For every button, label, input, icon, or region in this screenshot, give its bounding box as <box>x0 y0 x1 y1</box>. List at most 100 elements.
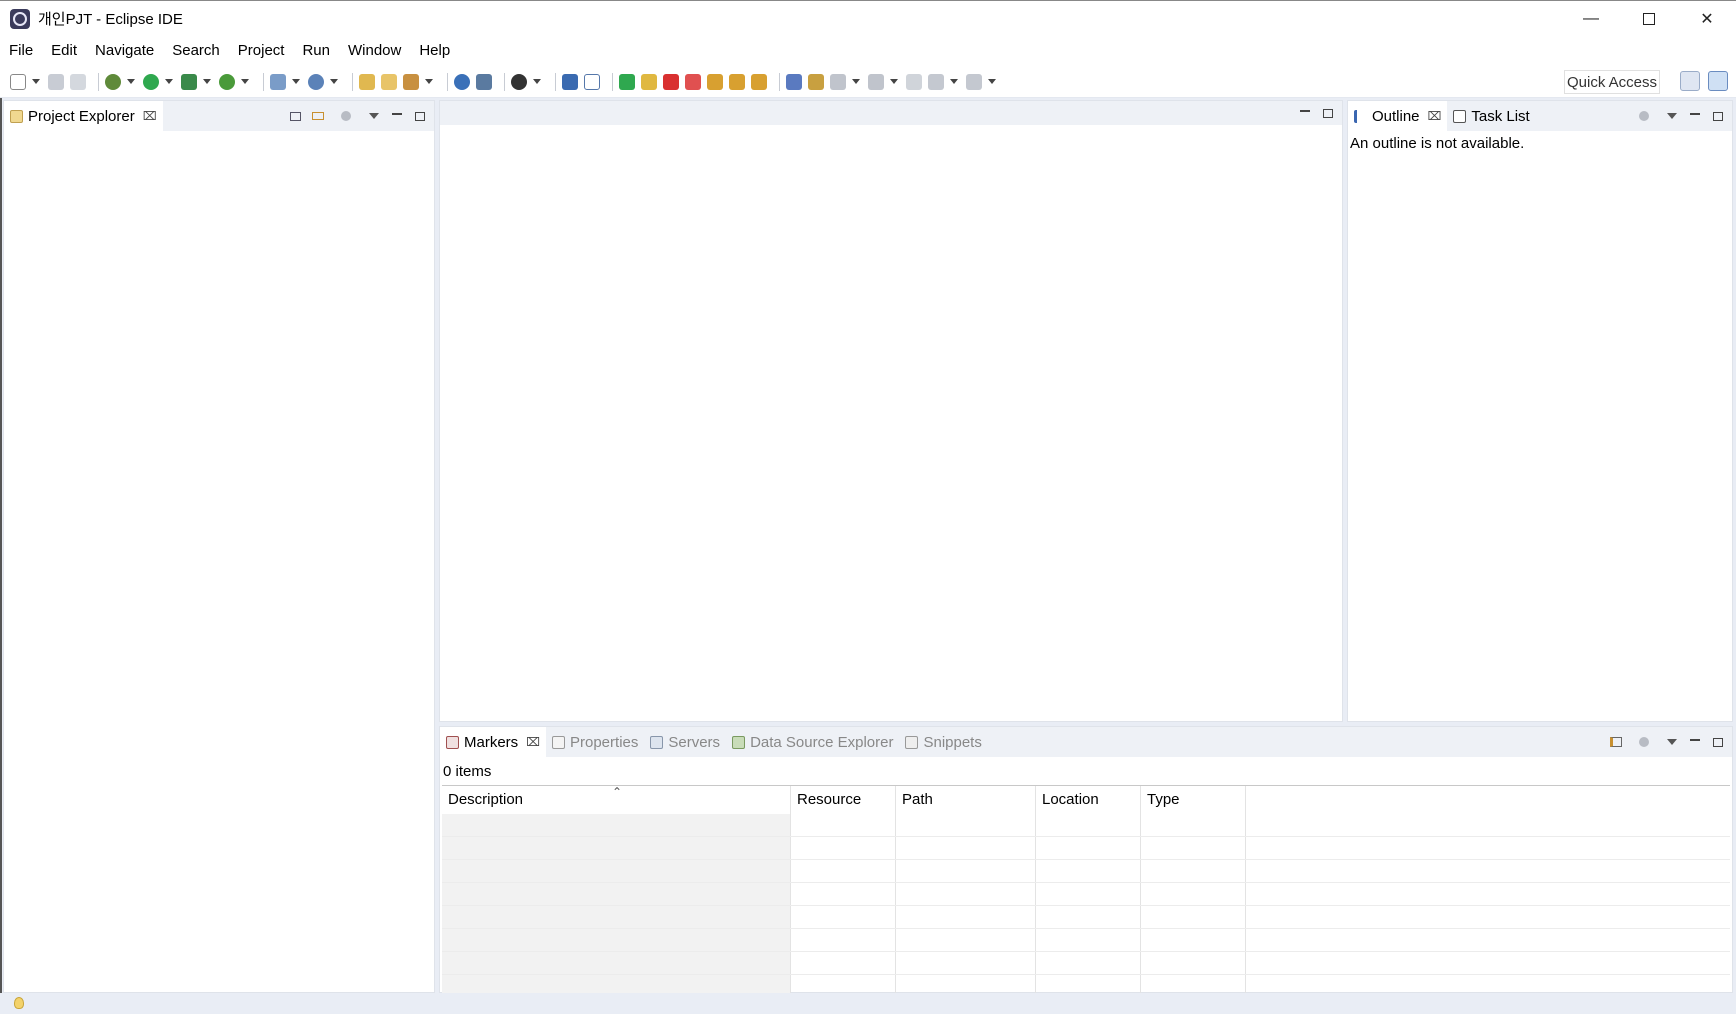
project-explorer-tree[interactable] <box>4 131 434 992</box>
window-title: 개인PJT - Eclipse IDE <box>38 11 183 28</box>
lightbulb-icon[interactable] <box>14 997 24 1009</box>
new-class-icon[interactable] <box>308 73 324 90</box>
open-type-icon[interactable] <box>359 73 375 90</box>
new-server-dropdown-icon[interactable] <box>292 79 300 84</box>
quick-access-field[interactable]: Quick Access <box>1564 70 1660 94</box>
window-controls: — ✕ <box>1562 1 1736 37</box>
disconnect-icon[interactable] <box>685 73 701 90</box>
menu-edit[interactable]: Edit <box>42 36 86 66</box>
markers-table[interactable]: Description ⌃ Resource Path Location Typ… <box>442 785 1730 998</box>
skip-breakpoints-icon[interactable] <box>584 73 600 90</box>
tab-snippets[interactable]: Snippets <box>899 727 987 757</box>
terminate-icon[interactable] <box>663 73 679 90</box>
tab-outline[interactable]: Outline ⌧ <box>1348 101 1448 131</box>
step-return-icon[interactable] <box>751 73 767 90</box>
debug-dropdown-icon[interactable] <box>127 79 135 84</box>
maximize-view-icon[interactable] <box>412 108 428 124</box>
menu-help[interactable]: Help <box>410 36 459 66</box>
close-tab-icon[interactable]: ⌧ <box>1428 109 1442 123</box>
column-header-type[interactable]: Type <box>1141 786 1246 814</box>
tab-data-source-explorer[interactable]: Data Source Explorer <box>726 727 899 757</box>
column-header-filler <box>1246 786 1730 814</box>
column-header-location[interactable]: Location <box>1036 786 1141 814</box>
maximize-view-icon[interactable] <box>1710 108 1726 124</box>
minimize-editor-icon[interactable] <box>1297 105 1313 121</box>
menu-window[interactable]: Window <box>339 36 410 66</box>
view-menu-icon[interactable] <box>1664 108 1680 124</box>
toggle-mark-occurrences-icon[interactable] <box>786 73 802 90</box>
maximize-editor-icon[interactable] <box>1320 105 1336 121</box>
menu-navigate[interactable]: Navigate <box>86 36 163 66</box>
editor-body[interactable] <box>440 125 1342 721</box>
run-icon[interactable] <box>143 73 159 90</box>
open-task-icon[interactable] <box>381 73 397 90</box>
tab-task-list[interactable]: Task List <box>1447 101 1535 131</box>
tab-servers[interactable]: Servers <box>644 727 726 757</box>
configure-contents-icon[interactable] <box>1608 734 1624 750</box>
tab-properties[interactable]: Properties <box>546 727 644 757</box>
next-annotation-dropdown-icon[interactable] <box>852 79 860 84</box>
tab-markers[interactable]: Markers ⌧ <box>440 727 546 757</box>
profile-dropdown-icon[interactable] <box>533 79 541 84</box>
focus-on-active-task-icon[interactable] <box>338 108 354 124</box>
profile-icon[interactable] <box>511 73 527 90</box>
close-tab-icon[interactable]: ⌧ <box>143 109 157 123</box>
search-tool-icon[interactable] <box>403 73 419 90</box>
maximize-button[interactable] <box>1620 1 1678 37</box>
back-dropdown-icon[interactable] <box>950 79 958 84</box>
new-icon[interactable] <box>10 73 26 90</box>
close-tab-icon[interactable]: ⌧ <box>526 735 540 749</box>
view-menu-icon[interactable] <box>1664 734 1680 750</box>
previous-annotation-dropdown-icon[interactable] <box>890 79 898 84</box>
new-server-icon[interactable] <box>270 73 286 90</box>
search-dropdown-icon[interactable] <box>425 79 433 84</box>
external-tools-icon[interactable] <box>219 73 235 90</box>
forward-dropdown-icon[interactable] <box>988 79 996 84</box>
debug-icon[interactable] <box>105 73 121 90</box>
toggle-block-selection-icon[interactable] <box>808 73 824 90</box>
forward-icon[interactable] <box>966 73 982 90</box>
column-header-resource[interactable]: Resource <box>791 786 896 814</box>
link-with-editor-icon[interactable] <box>310 108 326 124</box>
toolbar-separator <box>263 72 264 91</box>
run-dropdown-icon[interactable] <box>165 79 173 84</box>
menu-run[interactable]: Run <box>293 36 339 66</box>
column-header-path[interactable]: Path <box>896 786 1036 814</box>
close-button[interactable]: ✕ <box>1678 1 1736 37</box>
console-icon[interactable] <box>562 73 578 90</box>
step-over-icon[interactable] <box>729 73 745 90</box>
focus-on-active-task-icon[interactable] <box>1636 108 1652 124</box>
minimize-view-icon[interactable] <box>389 108 405 124</box>
java-ee-perspective-icon[interactable] <box>1708 71 1728 91</box>
save-all-icon[interactable] <box>70 73 86 90</box>
back-icon[interactable] <box>928 73 944 90</box>
search-web-icon[interactable] <box>476 73 492 90</box>
tab-label: Servers <box>668 733 721 751</box>
step-into-icon[interactable] <box>707 73 723 90</box>
focus-on-active-task-icon[interactable] <box>1636 734 1652 750</box>
view-menu-icon[interactable] <box>366 108 382 124</box>
coverage-dropdown-icon[interactable] <box>203 79 211 84</box>
next-annotation-icon[interactable] <box>830 73 846 90</box>
minimize-button[interactable]: — <box>1562 1 1620 37</box>
menu-file[interactable]: File <box>0 36 42 66</box>
maximize-view-icon[interactable] <box>1710 734 1726 750</box>
minimize-view-icon[interactable] <box>1687 734 1703 750</box>
save-icon[interactable] <box>48 73 64 90</box>
column-header-description[interactable]: Description ⌃ <box>442 785 791 814</box>
collapse-all-icon[interactable] <box>287 108 303 124</box>
minimize-view-icon[interactable] <box>1687 108 1703 124</box>
coverage-icon[interactable] <box>181 73 197 90</box>
external-tools-dropdown-icon[interactable] <box>241 79 249 84</box>
menu-project[interactable]: Project <box>229 36 294 66</box>
last-edit-location-icon[interactable] <box>906 73 922 90</box>
menu-search[interactable]: Search <box>163 36 229 66</box>
open-perspective-icon[interactable] <box>1680 71 1700 91</box>
web-browser-icon[interactable] <box>454 73 470 90</box>
suspend-icon[interactable] <box>641 73 657 90</box>
new-class-dropdown-icon[interactable] <box>330 79 338 84</box>
tab-project-explorer[interactable]: Project Explorer ⌧ <box>4 101 163 131</box>
previous-annotation-icon[interactable] <box>868 73 884 90</box>
new-dropdown-icon[interactable] <box>32 79 40 84</box>
resume-icon[interactable] <box>619 73 635 90</box>
